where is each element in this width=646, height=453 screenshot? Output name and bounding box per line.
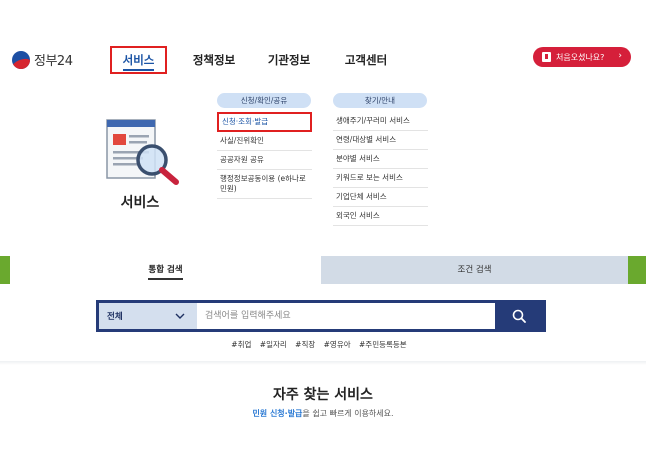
- chevron-right-icon: ›: [618, 51, 622, 61]
- search-scope-label: 전체: [107, 312, 123, 322]
- subtitle-rest: 을 쉽고 빠르게 이용하세요.: [302, 409, 394, 418]
- menu-item-keyword[interactable]: 키워드로 보는 서비스: [333, 169, 428, 188]
- bookmark-icon: [542, 52, 551, 62]
- tab-condition-search[interactable]: 조건 검색: [321, 256, 628, 284]
- menu-item-fact-check[interactable]: 사실/진위확인: [217, 132, 312, 151]
- col-head-apply: 신청/확인/공유: [217, 93, 311, 108]
- menu-list-find: 생애주기/꾸러미 서비스 연령/대상별 서비스 분야별 서비스 키워드로 보는 …: [333, 112, 428, 226]
- menu-item-business[interactable]: 기업단체 서비스: [333, 188, 428, 207]
- menu-item-category[interactable]: 분야별 서비스: [333, 150, 428, 169]
- document-search-icon: [106, 119, 179, 185]
- search-input[interactable]: [197, 303, 495, 329]
- nav-service[interactable]: 서비스: [110, 46, 167, 74]
- menu-item-apply-issue[interactable]: 신청·조회·발급: [217, 112, 312, 132]
- logo-text: 정부24: [34, 54, 73, 69]
- subtitle-highlight: 민원 신청·발급: [252, 409, 303, 418]
- menu-item-foreigner[interactable]: 외국인 서비스: [333, 207, 428, 226]
- col-head-find: 찾기/안내: [333, 93, 427, 108]
- menu-item-age-target[interactable]: 연령/대상별 서비스: [333, 131, 428, 150]
- section-divider: [0, 361, 646, 365]
- tab-integrated-search[interactable]: 통합 검색: [10, 256, 321, 284]
- menu-list-apply: 신청·조회·발급 사실/진위확인 공공자원 공유 행정정보공동이용 (e하나로민…: [217, 112, 312, 199]
- menu-item-lifecycle[interactable]: 생애주기/꾸러미 서비스: [333, 112, 428, 131]
- tag-item[interactable]: #취업: [231, 340, 251, 349]
- main-nav: 서비스 정책정보 기관정보 고객센터: [110, 46, 391, 74]
- mega-menu-title: 서비스: [120, 195, 160, 211]
- menu-item-admin-info-sharing[interactable]: 행정정보공동이용 (e하나로민원): [217, 170, 312, 199]
- tab-integrated-label: 통합 검색: [148, 265, 183, 280]
- tag-item[interactable]: #주민등록등본: [359, 340, 407, 349]
- search-icon: [512, 309, 526, 323]
- nav-service-label: 서비스: [122, 53, 155, 71]
- menu-item-public-resource[interactable]: 공공자원 공유: [217, 151, 312, 170]
- tag-item[interactable]: #일자리: [260, 340, 287, 349]
- taegeuk-logo-icon: [12, 50, 30, 69]
- first-visit-label: 처음오셨나요?: [556, 52, 605, 62]
- first-visit-button[interactable]: 처음오셨나요? ›: [533, 47, 631, 67]
- nav-customer-center[interactable]: 고객센터: [341, 46, 391, 74]
- site-logo[interactable]: 정부24: [12, 50, 73, 69]
- search-panel: 통합 검색 조건 검색 전체 #취업 #일자리 #직장 #영유아 #주민등: [10, 256, 628, 361]
- site-header: 정부24 서비스 정책정보 기관정보 고객센터 처음오셨나요? ›: [0, 0, 646, 84]
- tag-item[interactable]: #영유아: [324, 340, 351, 349]
- tag-item[interactable]: #직장: [295, 340, 315, 349]
- chevron-down-icon: [175, 313, 185, 319]
- frequent-services-title: 자주 찾는 서비스: [273, 387, 373, 403]
- frequent-services-subtitle: 민원 신청·발급을 쉽고 빠르게 이용하세요.: [0, 408, 646, 419]
- popular-tags: #취업 #일자리 #직장 #영유아 #주민등록등본: [10, 339, 628, 350]
- nav-agency-info[interactable]: 기관정보: [264, 46, 314, 74]
- nav-policy-info[interactable]: 정책정보: [189, 46, 239, 74]
- search-bar: 전체: [96, 300, 546, 332]
- search-button[interactable]: [495, 303, 543, 329]
- search-scope-select[interactable]: 전체: [99, 303, 197, 329]
- page: 정부24 서비스 정책정보 기관정보 고객센터 처음오셨나요? › 서비스 신청…: [0, 0, 646, 453]
- service-mega-menu: 서비스 신청/확인/공유 신청·조회·발급 사실/진위확인 공공자원 공유 행정…: [0, 84, 646, 256]
